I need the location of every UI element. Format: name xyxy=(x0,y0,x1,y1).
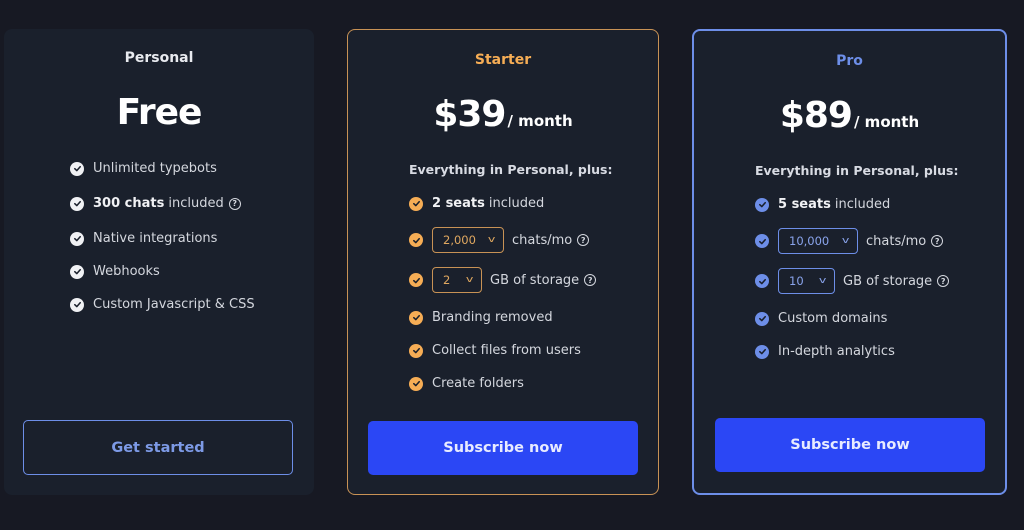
feature-text: GB of storage xyxy=(843,273,933,289)
feature-text: Create folders xyxy=(432,376,524,391)
chevron-down-icon: v xyxy=(818,276,827,286)
chats-select-value: 10,000 xyxy=(789,234,830,248)
check-circle-icon xyxy=(755,344,769,359)
plan-period: / month xyxy=(507,112,573,130)
chats-select[interactable]: 10,000 v xyxy=(778,228,858,254)
feature-item: 2,000 v chats/mo ? xyxy=(409,227,590,253)
feature-text: GB of storage xyxy=(490,272,580,288)
plan-period: / month xyxy=(853,113,920,131)
feature-item: Custom domains xyxy=(755,311,887,326)
feature-text: Native integrations xyxy=(93,231,218,246)
price-row: $89/ month xyxy=(694,95,1005,136)
feature-item: Collect files from users xyxy=(409,343,581,358)
check-circle-icon xyxy=(409,343,423,358)
feature-highlight: 5 seats xyxy=(778,197,831,212)
chats-select[interactable]: 2,000 v xyxy=(432,227,504,253)
feature-text: Branding removed xyxy=(432,310,553,325)
feature-item: 2 seats included xyxy=(409,196,544,211)
plan-subhead: Everything in Personal, plus: xyxy=(755,163,959,178)
check-circle-icon xyxy=(755,311,769,326)
storage-select[interactable]: 10 v xyxy=(778,268,835,294)
subscribe-starter-button[interactable]: Subscribe now xyxy=(368,421,638,475)
feature-text: Collect files from users xyxy=(432,343,581,358)
question-circle-icon[interactable]: ? xyxy=(584,274,597,286)
check-circle-icon xyxy=(70,297,84,312)
check-circle-icon xyxy=(70,231,84,246)
feature-text: Custom domains xyxy=(778,311,888,326)
plan-card-personal: Personal Free Unlimited typebots 300 cha… xyxy=(4,29,314,495)
get-started-button[interactable]: Get started xyxy=(23,420,293,475)
check-circle-icon xyxy=(70,264,84,279)
feature-item: 5 seats included xyxy=(755,197,890,212)
feature-item: Native integrations xyxy=(70,231,217,246)
subscribe-pro-button[interactable]: Subscribe now xyxy=(715,418,985,472)
feature-highlight: 2 seats xyxy=(432,196,485,211)
check-circle-icon xyxy=(409,310,423,325)
chats-select-value: 2,000 xyxy=(443,233,476,247)
check-circle-icon xyxy=(409,376,423,391)
feature-text: chats/mo xyxy=(512,232,573,248)
feature-text: Webhooks xyxy=(93,264,160,279)
plan-price: $39 xyxy=(433,94,506,135)
check-circle-icon xyxy=(409,273,423,287)
feature-item: Create folders xyxy=(409,376,524,391)
plan-card-pro: Pro $89/ month Everything in Personal, p… xyxy=(692,29,1007,495)
feature-text: Unlimited typebots xyxy=(93,161,217,176)
feature-item: Unlimited typebots xyxy=(70,161,217,176)
check-circle-icon xyxy=(755,234,769,248)
plan-subhead: Everything in Personal, plus: xyxy=(409,162,613,177)
check-circle-icon xyxy=(755,274,769,288)
storage-select-value: 2 xyxy=(443,273,451,287)
feature-item: Webhooks xyxy=(70,264,160,279)
chevron-down-icon: v xyxy=(841,236,850,246)
feature-highlight: 300 chats xyxy=(93,196,165,211)
feature-text: chats/mo xyxy=(866,233,927,249)
feature-item: Branding removed xyxy=(409,310,553,325)
check-circle-icon xyxy=(70,161,84,176)
feature-text: In-depth analytics xyxy=(778,344,895,359)
feature-text: included xyxy=(488,196,545,211)
feature-text: included xyxy=(168,196,224,211)
question-circle-icon[interactable]: ? xyxy=(228,197,241,210)
feature-item: 2 v GB of storage ? xyxy=(409,267,597,293)
plan-price: Free xyxy=(116,92,203,133)
plan-name: Starter xyxy=(474,52,532,68)
storage-select[interactable]: 2 v xyxy=(432,267,482,293)
check-circle-icon xyxy=(70,196,84,211)
feature-item: 10 v GB of storage ? xyxy=(755,268,950,294)
feature-item: Custom Javascript & CSS xyxy=(70,297,255,312)
chevron-down-icon: v xyxy=(487,235,496,245)
feature-item: 300 chats included ? xyxy=(70,196,241,211)
check-circle-icon xyxy=(409,233,423,247)
plan-price: $89 xyxy=(779,95,853,136)
check-circle-icon xyxy=(409,196,423,211)
chevron-down-icon: v xyxy=(465,275,474,285)
feature-text: included xyxy=(834,197,891,212)
feature-text: Custom Javascript & CSS xyxy=(93,297,255,312)
plan-name: Pro xyxy=(836,53,863,69)
plan-name: Personal xyxy=(124,50,194,66)
feature-item: In-depth analytics xyxy=(755,344,895,359)
question-circle-icon[interactable]: ? xyxy=(937,275,950,287)
feature-item: 10,000 v chats/mo ? xyxy=(755,228,944,254)
price-row: Free xyxy=(4,92,314,133)
question-circle-icon[interactable]: ? xyxy=(577,234,590,246)
question-circle-icon[interactable]: ? xyxy=(931,235,944,247)
storage-select-value: 10 xyxy=(789,274,804,288)
plan-card-starter: Starter $39/ month Everything in Persona… xyxy=(347,29,659,495)
price-row: $39/ month xyxy=(348,94,658,135)
check-circle-icon xyxy=(755,197,769,212)
